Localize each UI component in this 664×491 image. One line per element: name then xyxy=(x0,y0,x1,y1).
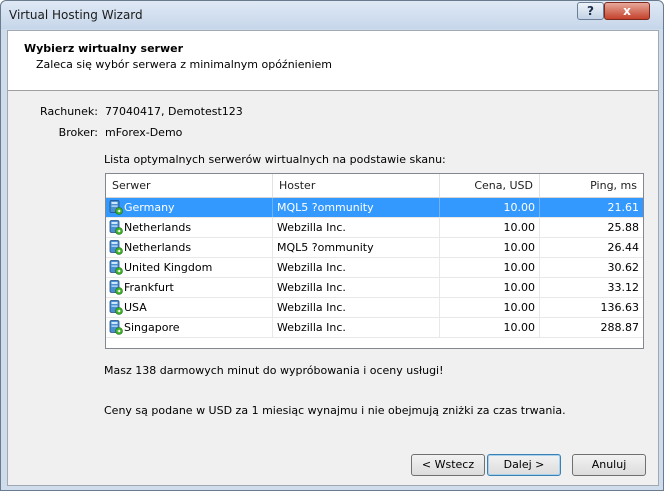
server-name: United Kingdom xyxy=(124,261,213,274)
server-cell: Germany xyxy=(106,198,273,217)
ping-cell: 30.62 xyxy=(607,261,640,274)
server-name: Singapore xyxy=(124,321,180,334)
price-cell: 10.00 xyxy=(440,238,540,257)
wizard-header: Wybierz wirtualny serwer Zaleca się wybó… xyxy=(8,31,658,91)
back-button[interactable]: < Wstecz xyxy=(411,454,485,476)
help-button[interactable]: ? xyxy=(577,2,604,20)
server-cell: USA xyxy=(106,298,273,317)
table-row[interactable]: Germany MQL5 ?ommunity 10.00 21.61 xyxy=(106,198,643,218)
table-row[interactable]: USA Webzilla Inc. 10.00 136.63 xyxy=(106,298,643,318)
hoster-cell: Webzilla Inc. xyxy=(273,278,440,297)
column-header-hoster[interactable]: Hoster xyxy=(273,174,440,197)
wizard-client-area: Wybierz wirtualny serwer Zaleca się wybó… xyxy=(7,30,659,486)
table-row[interactable]: Frankfurt Webzilla Inc. 10.00 33.12 xyxy=(106,278,643,298)
server-icon xyxy=(109,220,123,235)
price-cell: 10.00 xyxy=(440,258,540,277)
table-row[interactable]: Netherlands MQL5 ?ommunity 10.00 26.44 xyxy=(106,238,643,258)
price-cell: 10.00 xyxy=(440,198,540,217)
price-cell: 10.00 xyxy=(440,318,540,337)
account-value: 77040417, Demotest123 xyxy=(105,105,243,118)
server-name: USA xyxy=(124,301,147,314)
server-icon xyxy=(109,280,123,295)
server-name: Frankfurt xyxy=(124,281,174,294)
table-row[interactable]: Netherlands Webzilla Inc. 10.00 25.88 xyxy=(106,218,643,238)
page-title: Wybierz wirtualny serwer xyxy=(24,42,184,55)
hoster-cell: Webzilla Inc. xyxy=(273,318,440,337)
broker-label: Broker: xyxy=(58,126,98,139)
hoster-cell: MQL5 ?ommunity xyxy=(273,198,440,217)
column-header-server[interactable]: Serwer xyxy=(106,174,273,197)
server-icon xyxy=(109,320,123,335)
server-name: Netherlands xyxy=(124,221,192,234)
hoster-cell: MQL5 ?ommunity xyxy=(273,238,440,257)
server-table[interactable]: Serwer Hoster Cena, USD Ping, ms Germany… xyxy=(105,173,644,349)
close-icon: x xyxy=(623,4,631,18)
server-icon xyxy=(109,260,123,275)
server-icon xyxy=(109,240,123,255)
help-icon: ? xyxy=(587,4,594,18)
hoster-cell: Webzilla Inc. xyxy=(273,298,440,317)
server-cell: Frankfurt xyxy=(106,278,273,297)
server-icon xyxy=(109,200,123,215)
free-minutes-notice: Masz 138 darmowych minut do wypróbowania… xyxy=(104,364,444,377)
next-button[interactable]: Dalej > xyxy=(487,454,561,476)
ping-cell: 288.87 xyxy=(600,321,640,334)
hoster-cell: Webzilla Inc. xyxy=(273,258,440,277)
server-cell: Singapore xyxy=(106,318,273,337)
ping-cell: 26.44 xyxy=(607,241,640,254)
broker-value: mForex-Demo xyxy=(105,126,183,139)
ping-cell: 136.63 xyxy=(600,301,640,314)
server-list-caption: Lista optymalnych serwerów wirtualnych n… xyxy=(104,153,446,166)
window-title: Virtual Hosting Wizard xyxy=(9,8,143,22)
column-header-price[interactable]: Cena, USD xyxy=(440,174,540,197)
table-row[interactable]: Singapore Webzilla Inc. 10.00 288.87 xyxy=(106,318,643,338)
column-header-ping[interactable]: Ping, ms xyxy=(540,174,643,197)
ping-cell: 21.61 xyxy=(607,201,640,214)
account-label: Rachunek: xyxy=(40,105,98,118)
cancel-button[interactable]: Anuluj xyxy=(572,454,646,476)
table-header: Serwer Hoster Cena, USD Ping, ms xyxy=(106,174,643,198)
server-name: Germany xyxy=(124,201,175,214)
price-cell: 10.00 xyxy=(440,218,540,237)
server-cell: United Kingdom xyxy=(106,258,273,277)
close-button[interactable]: x xyxy=(604,2,650,20)
server-name: Netherlands xyxy=(124,241,192,254)
page-subtitle: Zaleca się wybór serwera z minimalnym op… xyxy=(36,58,333,71)
price-cell: 10.00 xyxy=(440,298,540,317)
server-cell: Netherlands xyxy=(106,218,273,237)
title-bar[interactable]: Virtual Hosting Wizard ? x xyxy=(1,1,663,29)
price-cell: 10.00 xyxy=(440,278,540,297)
table-row[interactable]: United Kingdom Webzilla Inc. 10.00 30.62 xyxy=(106,258,643,278)
ping-cell: 25.88 xyxy=(607,221,640,234)
ping-cell: 33.12 xyxy=(607,281,640,294)
prices-note: Ceny są podane w USD za 1 miesiąc wynajm… xyxy=(104,404,566,417)
wizard-window: Virtual Hosting Wizard ? x Wybierz wirtu… xyxy=(0,0,664,491)
server-icon xyxy=(109,300,123,315)
server-cell: Netherlands xyxy=(106,238,273,257)
hoster-cell: Webzilla Inc. xyxy=(273,218,440,237)
